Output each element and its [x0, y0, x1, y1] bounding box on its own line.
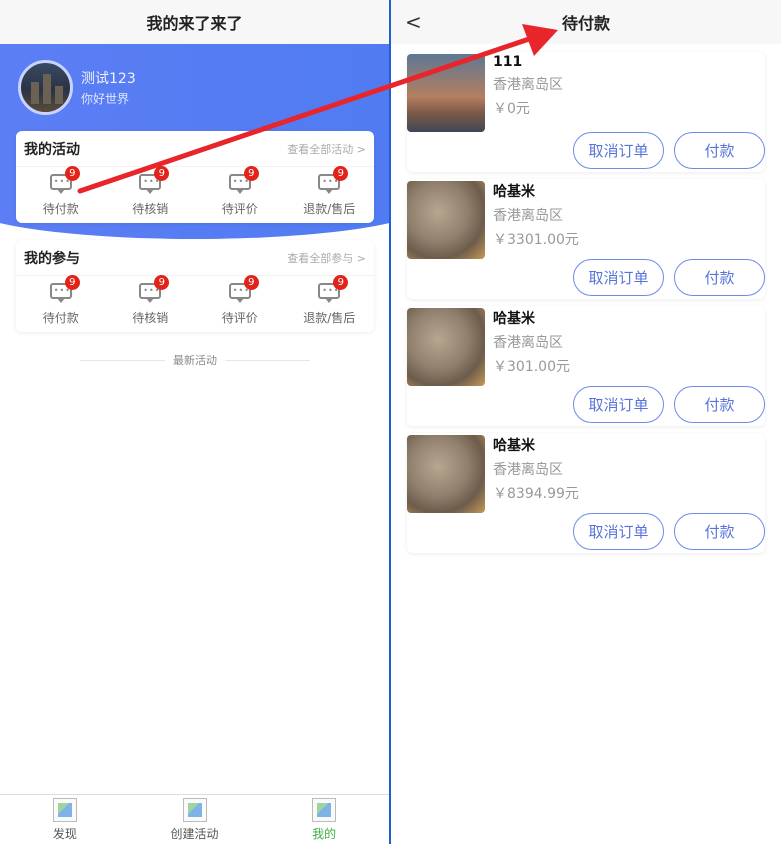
- message-icon: ••• 9: [139, 165, 170, 194]
- order-card[interactable]: 哈基米 香港离岛区 ￥8394.99元 取消订单 付款: [407, 433, 765, 553]
- participation-refund[interactable]: ••• 9 退款/售后: [285, 274, 375, 332]
- order-thumbnail[interactable]: [407, 435, 485, 513]
- count-badge: 9: [333, 165, 349, 181]
- user-profile[interactable]: 测试123 你好世界: [18, 60, 136, 115]
- order-name: 哈基米: [493, 311, 535, 327]
- view-all-participation-link[interactable]: 查看全部参与 >: [287, 250, 366, 266]
- item-label: 退款/售后: [303, 310, 356, 325]
- participation-pending-verify[interactable]: ••• 9 待核销: [106, 274, 196, 332]
- message-icon: ••• 9: [318, 274, 349, 303]
- bottom-tab-bar: 发现 创建活动 我的: [0, 794, 389, 844]
- item-label: 退款/售后: [303, 201, 356, 216]
- user-subtitle: 你好世界: [81, 92, 130, 106]
- order-thumbnail[interactable]: [407, 181, 485, 259]
- item-label: 待付款: [42, 201, 79, 216]
- count-badge: 9: [64, 274, 80, 290]
- tab-label: 我的: [312, 826, 337, 841]
- count-badge: 9: [154, 274, 170, 290]
- card-title: 我的参与: [24, 250, 80, 267]
- item-label: 待核销: [132, 310, 169, 325]
- cancel-order-button[interactable]: 取消订单: [573, 386, 664, 423]
- order-card[interactable]: 111 香港离岛区 ￥0元 取消订单 付款: [407, 52, 765, 172]
- activity-pending-review[interactable]: ••• 9 待评价: [195, 165, 285, 223]
- pay-button[interactable]: 付款: [674, 513, 765, 550]
- back-icon[interactable]: <: [405, 10, 422, 34]
- order-price: ￥0元: [493, 101, 530, 117]
- page-title: 待付款: [561, 14, 610, 33]
- tab-label: 创建活动: [170, 826, 219, 841]
- message-icon: ••• 9: [318, 165, 349, 194]
- cancel-order-button[interactable]: 取消订单: [573, 132, 664, 169]
- message-icon: ••• 9: [49, 165, 80, 194]
- activity-pending-payment[interactable]: ••• 9 待付款: [16, 165, 106, 223]
- order-price: ￥3301.00元: [493, 232, 579, 248]
- item-label: 待评价: [221, 201, 258, 216]
- tab-create-activity[interactable]: 创建活动: [130, 795, 260, 844]
- activity-pending-verify[interactable]: ••• 9 待核销: [106, 165, 196, 223]
- view-all-activity-link[interactable]: 查看全部活动 >: [287, 141, 366, 157]
- count-badge: 9: [243, 274, 259, 290]
- item-label: 待付款: [42, 310, 79, 325]
- order-list: 111 香港离岛区 ￥0元 取消订单 付款 哈基米 香港离岛区 ￥3301.00…: [391, 44, 781, 553]
- participation-pending-review[interactable]: ••• 9 待评价: [195, 274, 285, 332]
- divider-label: 最新活动: [173, 354, 217, 367]
- count-badge: 9: [154, 165, 170, 181]
- order-area: 香港离岛区: [493, 335, 563, 351]
- order-name: 哈基米: [493, 184, 535, 200]
- order-area: 香港离岛区: [493, 462, 563, 478]
- order-area: 香港离岛区: [493, 208, 563, 224]
- order-name: 哈基米: [493, 438, 535, 454]
- pending-payment-page: < 待付款 111 香港离岛区 ￥0元 取消订单 付款 哈基米 香港离岛区 ￥3…: [391, 0, 781, 844]
- cancel-order-button[interactable]: 取消订单: [573, 259, 664, 296]
- order-price: ￥8394.99元: [493, 486, 579, 502]
- order-card[interactable]: 哈基米 香港离岛区 ￥301.00元 取消订单 付款: [407, 306, 765, 426]
- order-price: ￥301.00元: [493, 359, 570, 375]
- message-icon: ••• 9: [228, 274, 259, 303]
- profile-page: 我的来了来了 测试123 你好世界 我的活动 查看全部活动 > ••• 9 待付…: [0, 0, 389, 844]
- message-icon: ••• 9: [228, 165, 259, 194]
- avatar[interactable]: [18, 60, 73, 115]
- item-label: 待评价: [221, 310, 258, 325]
- pay-button[interactable]: 付款: [674, 259, 765, 296]
- message-icon: ••• 9: [49, 274, 80, 303]
- cancel-order-button[interactable]: 取消订单: [573, 513, 664, 550]
- item-label: 待核销: [132, 201, 169, 216]
- card-title: 我的活动: [24, 141, 80, 158]
- my-activity-card: 我的活动 查看全部活动 > ••• 9 待付款 ••• 9 待核销 ••• 9: [16, 131, 374, 223]
- order-thumbnail[interactable]: [407, 308, 485, 386]
- participation-pending-payment[interactable]: ••• 9 待付款: [16, 274, 106, 332]
- pay-button[interactable]: 付款: [674, 132, 765, 169]
- tab-label: 发现: [52, 826, 77, 841]
- broken-image-icon: [182, 797, 207, 822]
- count-badge: 9: [64, 165, 80, 181]
- activity-refund[interactable]: ••• 9 退款/售后: [285, 165, 375, 223]
- order-card[interactable]: 哈基米 香港离岛区 ￥3301.00元 取消订单 付款: [407, 179, 765, 299]
- screen: 我的来了来了 测试123 你好世界 我的活动 查看全部活动 > ••• 9 待付…: [0, 0, 781, 844]
- tab-discover[interactable]: 发现: [0, 795, 130, 844]
- user-name: 测试123: [81, 71, 136, 87]
- order-area: 香港离岛区: [493, 77, 563, 93]
- my-participation-card: 我的参与 查看全部参与 > ••• 9 待付款 ••• 9 待核销 ••• 9: [16, 240, 374, 332]
- pay-button[interactable]: 付款: [674, 386, 765, 423]
- broken-image-icon: [52, 797, 77, 822]
- order-thumbnail[interactable]: [407, 54, 485, 132]
- page-title: 我的来了来了: [0, 0, 389, 44]
- order-name: 111: [493, 54, 523, 70]
- tab-mine[interactable]: 我的: [259, 795, 389, 844]
- message-icon: ••• 9: [139, 274, 170, 303]
- latest-activity-divider: 最新活动: [80, 352, 310, 368]
- count-badge: 9: [333, 274, 349, 290]
- count-badge: 9: [243, 165, 259, 181]
- broken-image-icon: [312, 797, 337, 822]
